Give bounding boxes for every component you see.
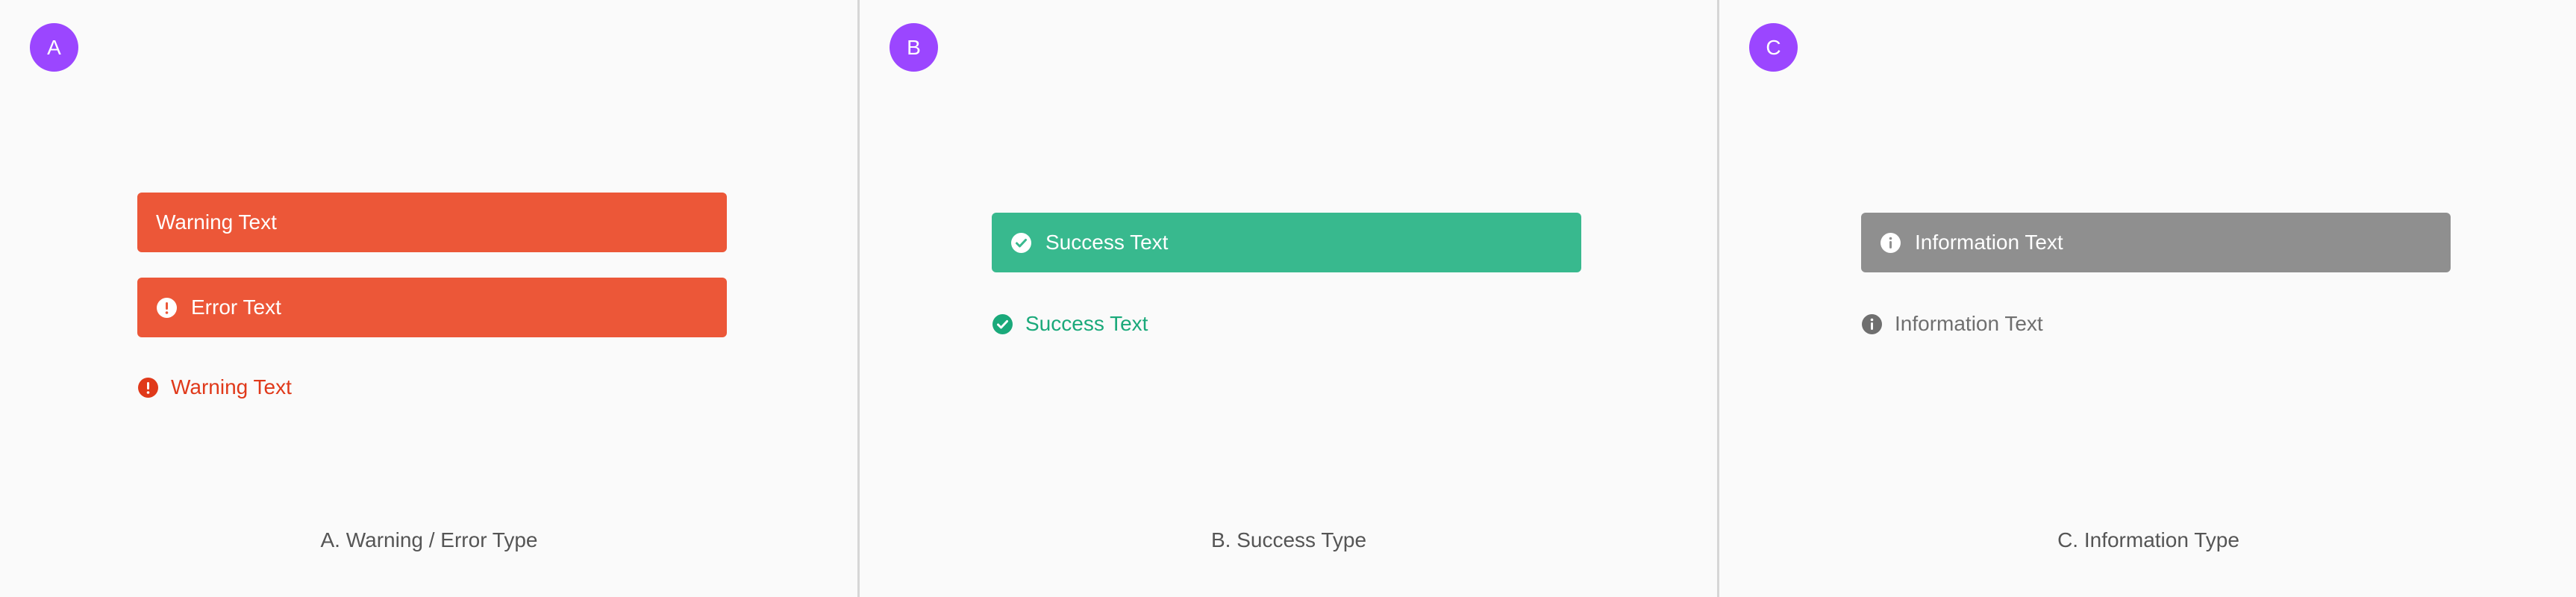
panel-caption-b: B. Success Type bbox=[1210, 528, 1367, 551]
success-banner: Success Text bbox=[992, 213, 1581, 272]
panel-caption-a: A. Warning / Error Type bbox=[320, 528, 538, 551]
inline-warning-message: Warning Text bbox=[137, 375, 292, 399]
panel-badge-c: C bbox=[1749, 23, 1798, 72]
panel-badge-a: A bbox=[30, 23, 78, 72]
inline-information-text: Information Text bbox=[1895, 312, 2043, 335]
panel-caption-c: C. Information Type bbox=[2057, 528, 2239, 551]
panel-warning-error: A Warning Text Error Text Warning Text A… bbox=[0, 0, 858, 597]
information-banner: Information Text bbox=[1861, 213, 2451, 272]
information-banner-text: Information Text bbox=[1915, 231, 2063, 254]
info-circle-icon bbox=[1861, 313, 1883, 335]
error-banner: Error Text bbox=[137, 278, 727, 337]
inline-success-message: Success Text bbox=[992, 312, 1148, 336]
inline-information-message: Information Text bbox=[1861, 312, 2043, 336]
panel-information: C Information Text Information Text C. I… bbox=[1719, 0, 2576, 597]
inline-warning-text: Warning Text bbox=[171, 375, 292, 398]
inline-success-text: Success Text bbox=[1025, 312, 1148, 335]
panel-success: B Success Text Success Text B. Success T… bbox=[860, 0, 1718, 597]
success-banner-text: Success Text bbox=[1045, 231, 1169, 254]
warning-banner-text: Warning Text bbox=[156, 210, 277, 234]
check-circle-icon bbox=[992, 313, 1013, 335]
warning-banner: Warning Text bbox=[137, 193, 727, 252]
exclamation-circle-icon bbox=[137, 377, 159, 398]
error-banner-text: Error Text bbox=[191, 296, 281, 319]
check-circle-icon bbox=[1010, 232, 1032, 254]
panel-badge-b: B bbox=[890, 23, 938, 72]
exclamation-circle-icon bbox=[156, 297, 178, 319]
info-circle-icon bbox=[1880, 232, 1901, 254]
